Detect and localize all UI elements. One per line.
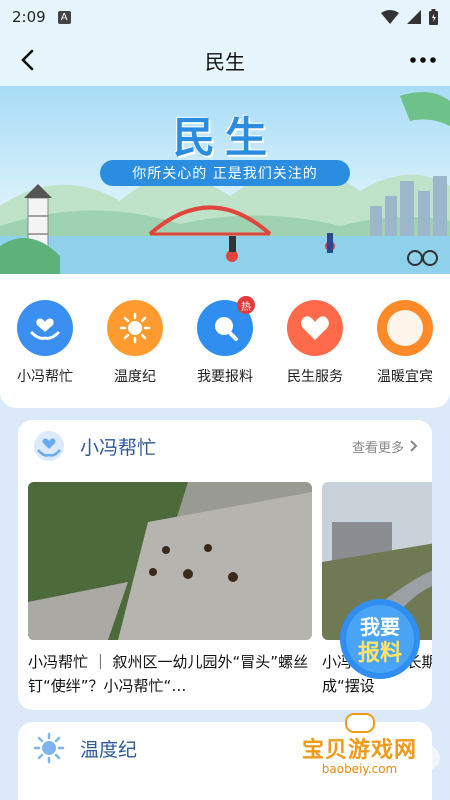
watermark-text: 宝贝游戏网 [301, 738, 417, 763]
site-watermark: 宝贝游戏网 baobeiy.com [272, 712, 447, 792]
section-title: 温度纪 [80, 738, 138, 761]
service-grid: 小冯帮忙 温度纪 热 我要报料 民生服务 温暖宜宾 [0, 274, 450, 408]
float-line1: 我要 [360, 615, 400, 639]
service-warm-yibin[interactable]: 温暖宜宾 [363, 300, 447, 408]
magnifier-icon: 热 [197, 296, 255, 356]
service-livelihood[interactable]: 民生服务 [273, 300, 357, 408]
section-header: 小冯帮忙 查看更多 [18, 420, 432, 472]
hands-heart-icon [34, 431, 64, 461]
news-caption: 小冯帮忙 ｜ 叙州区一幼儿园外“冒头”螺丝钉“使绊”？小冯帮忙“… [28, 653, 309, 695]
service-label: 我要报料 [197, 369, 253, 385]
wifi-icon [381, 10, 399, 24]
news-image [28, 482, 312, 640]
banner-title: 民生 [172, 113, 277, 162]
heart-icon [287, 300, 343, 356]
service-xiaofeng-help[interactable]: 小冯帮忙 [3, 300, 87, 408]
service-label: 温度纪 [114, 369, 156, 385]
chevron-right-icon [410, 440, 418, 452]
hands-heart-icon [17, 300, 73, 356]
news-card[interactable]: 小冯帮忙 ｜ 叙州区一幼儿园外“冒头”螺丝钉“使绊”？小冯帮忙“… [28, 482, 312, 700]
app-header: 民生 [0, 34, 450, 86]
battery-icon [429, 9, 438, 25]
signal-icon [407, 10, 421, 24]
watermark-url: baobeiy.com [321, 762, 398, 776]
warm-yibin-icon [377, 300, 433, 356]
service-label: 小冯帮忙 [17, 369, 73, 385]
status-bar: 2:09 A [0, 0, 450, 34]
section-title: 小冯帮忙 [80, 436, 157, 459]
banner: 民生 你所关心的 正是我们关注的 [0, 86, 450, 274]
service-label: 温暖宜宾 [377, 369, 433, 385]
sun-icon [33, 732, 65, 764]
status-icons [381, 9, 438, 25]
hot-badge: 热 [237, 296, 255, 314]
float-line2: 报料 [358, 641, 402, 666]
sun-icon [107, 300, 163, 356]
service-report[interactable]: 热 我要报料 [183, 296, 267, 408]
more-options-icon[interactable] [408, 46, 438, 74]
status-time: 2:09 [12, 8, 46, 26]
view-more-link[interactable]: 查看更多 [352, 437, 418, 456]
banner-subtitle: 你所关心的 正是我们关注的 [100, 160, 350, 186]
back-arrow-icon[interactable] [14, 46, 42, 74]
report-float-button[interactable]: 我要 报料 [334, 596, 426, 682]
service-label: 民生服务 [287, 369, 343, 385]
service-temperature[interactable]: 温度纪 [93, 300, 177, 408]
view-more-label: 查看更多 [351, 440, 404, 456]
notification-a-icon: A [57, 10, 71, 24]
page-title: 民生 [205, 49, 245, 74]
